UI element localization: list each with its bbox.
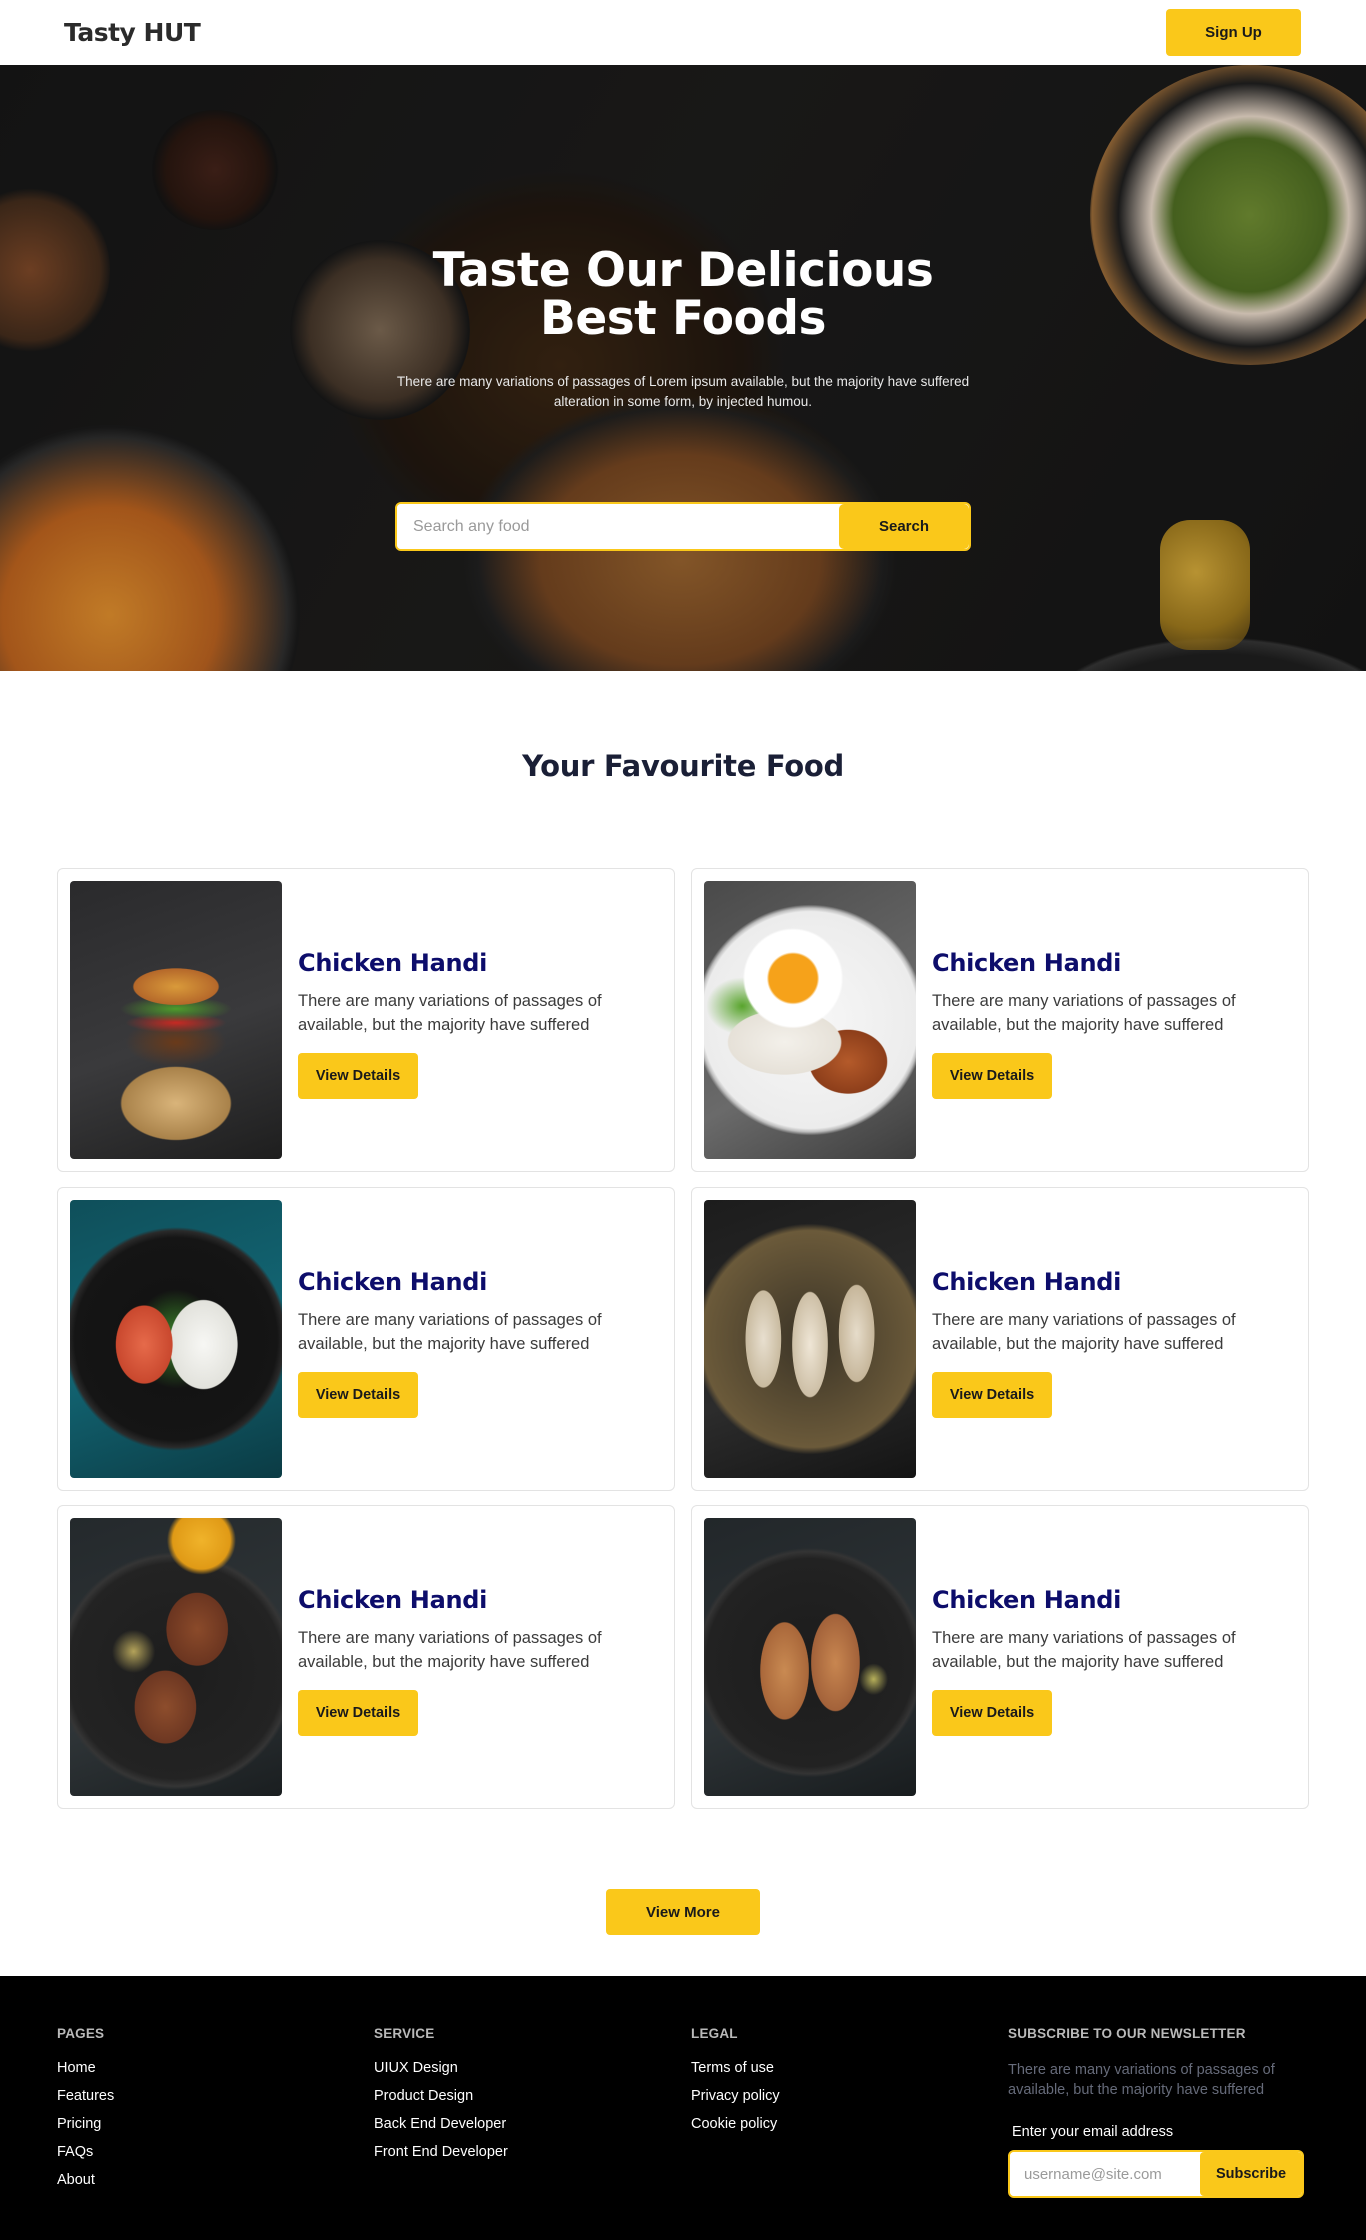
footer-link-pricing[interactable]: Pricing — [57, 2116, 114, 2132]
food-card: Chicken Handi There are many variations … — [57, 1187, 675, 1491]
food-search-input[interactable] — [397, 504, 839, 549]
footer-heading: PAGES — [57, 2026, 105, 2041]
food-image-mushrooms[interactable] — [704, 1200, 916, 1478]
newsletter-email-input[interactable] — [1010, 2152, 1200, 2196]
footer-newsletter-column: SUBSCRIBE TO OUR NEWSLETTER There are ma… — [1008, 2026, 1318, 2198]
food-image-grilled-chicken[interactable] — [704, 1518, 916, 1796]
footer-link-front-end-developer[interactable]: Front End Developer — [374, 2144, 508, 2160]
footer-link-features[interactable]: Features — [57, 2088, 114, 2104]
footer-link-faqs[interactable]: FAQs — [57, 2144, 114, 2160]
view-details-button[interactable]: View Details — [298, 1690, 418, 1736]
footer-link-privacy[interactable]: Privacy policy — [691, 2088, 780, 2104]
view-details-button[interactable]: View Details — [932, 1690, 1052, 1736]
footer-link-back-end-developer[interactable]: Back End Developer — [374, 2116, 508, 2132]
brand-logo[interactable]: Tasty HUT — [64, 18, 201, 47]
footer-link-terms[interactable]: Terms of use — [691, 2060, 780, 2076]
food-card: Chicken Handi There are many variations … — [691, 1505, 1309, 1809]
food-card-title[interactable]: Chicken Handi — [932, 1586, 1121, 1614]
food-card: Chicken Handi There are many variations … — [691, 868, 1309, 1172]
food-card-description: There are many variations of passages of… — [932, 992, 1236, 1034]
newsletter-form: Subscribe — [1008, 2150, 1304, 2198]
hero-title: Taste Our Delicious Best Foods — [383, 247, 983, 343]
subscribe-button[interactable]: Subscribe — [1200, 2152, 1302, 2196]
footer: PAGES Home Features Pricing FAQs About S… — [0, 1976, 1366, 2240]
hero-subtitle: There are many variations of passages of… — [396, 374, 970, 409]
food-card-title[interactable]: Chicken Handi — [932, 949, 1121, 977]
email-label: Enter your email address — [1012, 2124, 1174, 2140]
food-card: Chicken Handi There are many variations … — [57, 868, 675, 1172]
view-details-button[interactable]: View Details — [932, 1372, 1052, 1418]
food-card: Chicken Handi There are many variations … — [691, 1187, 1309, 1491]
view-more-button[interactable]: View More — [606, 1889, 760, 1935]
food-card-title[interactable]: Chicken Handi — [298, 1586, 487, 1614]
food-image-egg-rice[interactable] — [704, 881, 916, 1159]
footer-heading: LEGAL — [691, 2026, 738, 2041]
sign-up-button[interactable]: Sign Up — [1166, 9, 1301, 56]
section-title: Your Favourite Food — [522, 749, 844, 783]
footer-service-column: SERVICE UIUX Design Product Design Back … — [374, 2026, 508, 2172]
hero-search-bar: Search — [395, 502, 971, 551]
footer-heading: SUBSCRIBE TO OUR NEWSLETTER — [1008, 2026, 1246, 2041]
food-card-description: There are many variations of passages of… — [298, 1311, 602, 1353]
footer-link-about[interactable]: About — [57, 2172, 114, 2188]
footer-link-product-design[interactable]: Product Design — [374, 2088, 508, 2104]
footer-link-uiux-design[interactable]: UIUX Design — [374, 2060, 508, 2076]
newsletter-description: There are many variations of passages of… — [1008, 2062, 1275, 2098]
food-card-title[interactable]: Chicken Handi — [298, 949, 487, 977]
food-image-salmon-rice[interactable] — [70, 1200, 282, 1478]
view-details-button[interactable]: View Details — [298, 1053, 418, 1099]
food-card-description: There are many variations of passages of… — [932, 1311, 1236, 1353]
footer-legal-column: LEGAL Terms of use Privacy policy Cookie… — [691, 2026, 780, 2144]
food-card: Chicken Handi There are many variations … — [57, 1505, 675, 1809]
view-details-button[interactable]: View Details — [298, 1372, 418, 1418]
food-card-description: There are many variations of passages of… — [298, 1629, 602, 1671]
hero-title-line-2: Best Foods — [540, 291, 826, 346]
food-card-description: There are many variations of passages of… — [932, 1629, 1236, 1671]
food-card-title[interactable]: Chicken Handi — [298, 1268, 487, 1296]
food-card-description: There are many variations of passages of… — [298, 992, 602, 1034]
hero-title-line-1: Taste Our Delicious — [432, 243, 934, 298]
view-details-button[interactable]: View Details — [932, 1053, 1052, 1099]
footer-link-cookie[interactable]: Cookie policy — [691, 2116, 780, 2132]
footer-link-home[interactable]: Home — [57, 2060, 114, 2076]
hero-content: Taste Our Delicious Best Foods There are… — [0, 65, 1366, 671]
footer-pages-column: PAGES Home Features Pricing FAQs About — [57, 2026, 114, 2200]
food-card-title[interactable]: Chicken Handi — [932, 1268, 1121, 1296]
hero-banner: Taste Our Delicious Best Foods There are… — [0, 65, 1366, 671]
food-image-burger[interactable] — [70, 881, 282, 1159]
food-image-grilled-meat[interactable] — [70, 1518, 282, 1796]
search-button[interactable]: Search — [839, 504, 969, 549]
top-navbar: Tasty HUT Sign Up — [0, 0, 1366, 65]
footer-heading: SERVICE — [374, 2026, 435, 2041]
